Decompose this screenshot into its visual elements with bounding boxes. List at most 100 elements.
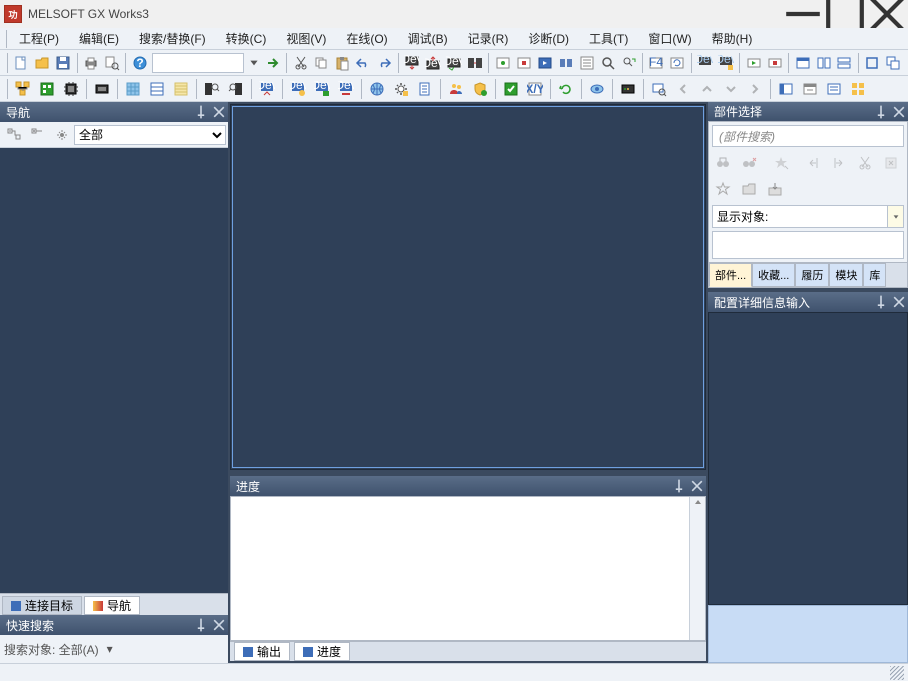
layout3-icon[interactable]	[823, 78, 845, 100]
dev-verify-icon[interactable]: Dev	[445, 52, 464, 74]
window3-icon[interactable]	[835, 52, 854, 74]
dev-d-icon[interactable]: Dev	[335, 78, 357, 100]
menu-item[interactable]: 帮助(H)	[702, 28, 763, 49]
module-icon[interactable]	[556, 52, 575, 74]
paste-icon[interactable]	[333, 52, 352, 74]
tool-icon[interactable]	[577, 52, 596, 74]
tree-icon[interactable]	[12, 78, 34, 100]
zoom-icon[interactable]	[648, 78, 670, 100]
menu-item[interactable]: 视图(V)	[276, 28, 336, 49]
parts-tab[interactable]: 收藏...	[752, 263, 795, 287]
work-area[interactable]	[230, 104, 706, 470]
pin-icon[interactable]	[671, 478, 687, 494]
print-icon[interactable]	[82, 52, 101, 74]
nav-right-icon[interactable]	[744, 78, 766, 100]
undo-icon[interactable]	[354, 52, 373, 74]
tab-progress[interactable]: 进度	[294, 642, 350, 661]
help-icon[interactable]: ?	[130, 52, 149, 74]
dev-read-icon[interactable]: Dev	[403, 52, 422, 74]
maximize-button[interactable]	[824, 0, 866, 28]
layout1-icon[interactable]	[775, 78, 797, 100]
chip-icon[interactable]	[60, 78, 82, 100]
pin-icon[interactable]	[873, 104, 889, 120]
parts-tab[interactable]: 履历	[795, 263, 829, 287]
max-icon[interactable]	[863, 52, 882, 74]
tab-output[interactable]: 输出	[234, 642, 290, 661]
binoculars-x-icon[interactable]	[738, 152, 760, 174]
parts-tab[interactable]: 模块	[829, 263, 863, 287]
close-button[interactable]	[866, 0, 908, 28]
monitor-start-icon[interactable]	[493, 52, 512, 74]
nav-filter-select[interactable]: 全部	[74, 125, 226, 145]
shield-icon[interactable]	[469, 78, 491, 100]
x-red-icon[interactable]: X/Y	[524, 78, 546, 100]
menu-item[interactable]: 工程(P)	[9, 28, 69, 49]
menu-item[interactable]: 转换(C)	[216, 28, 277, 49]
monitor-stop-icon[interactable]	[514, 52, 533, 74]
dropdown-icon[interactable]: ▾	[103, 642, 117, 656]
cut-icon[interactable]	[291, 52, 310, 74]
pin-icon[interactable]	[193, 104, 209, 120]
close-panel-icon[interactable]	[689, 478, 705, 494]
pin-icon[interactable]	[873, 294, 889, 310]
module-tree-icon[interactable]	[36, 78, 58, 100]
cut-parts-icon[interactable]	[854, 152, 876, 174]
refresh-icon[interactable]	[555, 78, 577, 100]
doc-icon[interactable]	[414, 78, 436, 100]
drop-parts-icon[interactable]	[880, 152, 902, 174]
close-panel-icon[interactable]	[891, 104, 907, 120]
globe-icon[interactable]	[366, 78, 388, 100]
build-icon[interactable]: F4	[647, 52, 666, 74]
close-panel-icon[interactable]	[211, 104, 227, 120]
menu-item[interactable]: 搜索/替换(F)	[129, 28, 216, 49]
open-icon[interactable]	[33, 52, 52, 74]
parts-tab[interactable]: 库	[863, 263, 886, 287]
nav-down-icon[interactable]	[720, 78, 742, 100]
menu-item[interactable]: 工具(T)	[579, 28, 638, 49]
dev2-icon[interactable]: Dev	[717, 52, 736, 74]
close-panel-icon[interactable]	[211, 617, 227, 633]
parts-text-input[interactable]	[712, 231, 904, 259]
dev-b-icon[interactable]: Dev	[287, 78, 309, 100]
find-next-icon[interactable]	[225, 78, 247, 100]
dev-write-icon[interactable]: Dev	[424, 52, 443, 74]
find-icon[interactable]	[598, 52, 617, 74]
next-icon[interactable]	[828, 152, 850, 174]
star-icon[interactable]	[770, 152, 792, 174]
chevron-down-icon[interactable]	[888, 205, 904, 228]
cascade-icon[interactable]	[884, 52, 903, 74]
people-icon[interactable]	[445, 78, 467, 100]
nav-tree[interactable]	[0, 148, 228, 593]
settings-icon[interactable]	[51, 124, 73, 146]
menu-item[interactable]: 在线(O)	[336, 28, 397, 49]
eye-icon[interactable]	[586, 78, 608, 100]
config-body[interactable]	[708, 312, 908, 605]
dev-compare-icon[interactable]	[466, 52, 485, 74]
menu-item[interactable]: 调试(B)	[398, 28, 458, 49]
display-target-combo[interactable]: 显示对象:	[712, 205, 904, 228]
search-input[interactable]	[152, 53, 244, 73]
simulation-icon[interactable]	[535, 52, 554, 74]
nav-left-icon[interactable]	[672, 78, 694, 100]
go-icon[interactable]	[263, 52, 282, 74]
pin-icon[interactable]	[193, 617, 209, 633]
find-in-icon[interactable]	[201, 78, 223, 100]
print-preview-icon[interactable]	[103, 52, 122, 74]
dropdown-icon[interactable]	[247, 52, 261, 74]
gear-icon[interactable]	[390, 78, 412, 100]
menu-item[interactable]: 记录(R)	[458, 28, 519, 49]
tab-connect-target[interactable]: 连接目标	[2, 596, 82, 615]
replace-icon[interactable]	[619, 52, 638, 74]
expand-all-icon[interactable]	[27, 124, 49, 146]
menu-item[interactable]: 诊断(D)	[518, 28, 579, 49]
binoculars-icon[interactable]	[712, 152, 734, 174]
copy-icon[interactable]	[312, 52, 331, 74]
device-icon[interactable]	[617, 78, 639, 100]
nav-up-icon[interactable]	[696, 78, 718, 100]
prev-icon[interactable]	[802, 152, 824, 174]
remote-stop-icon[interactable]	[765, 52, 784, 74]
save-icon[interactable]	[54, 52, 73, 74]
dev-c-icon[interactable]: Dev	[311, 78, 333, 100]
window2-icon[interactable]	[814, 52, 833, 74]
rebuild-icon[interactable]	[668, 52, 687, 74]
